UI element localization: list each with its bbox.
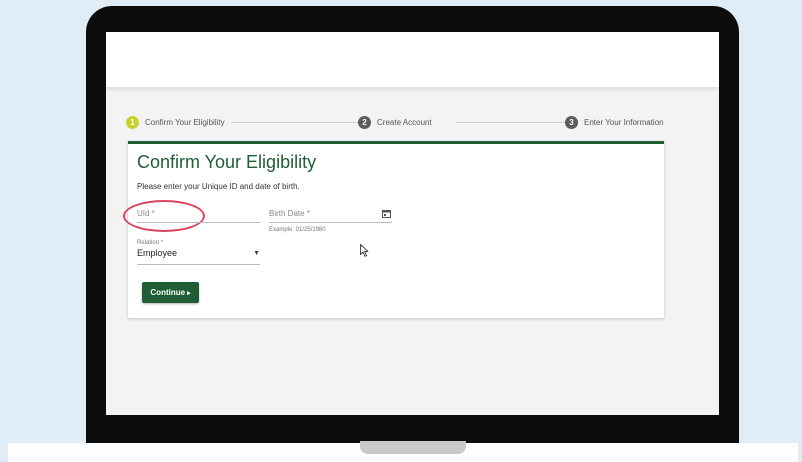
relation-underline (137, 264, 260, 265)
form-instructions: Please enter your Unique ID and date of … (137, 182, 300, 191)
step-number-circle: 2 (358, 115, 371, 129)
continue-button[interactable]: Continue ▸ (142, 282, 199, 303)
continue-label: Continue (150, 288, 186, 297)
step-number-circle: 3 (565, 115, 578, 129)
calendar-icon[interactable] (382, 209, 392, 219)
birth-date-placeholder: Birth Date * (269, 209, 310, 218)
step-label: Confirm Your Eligibility (145, 117, 225, 127)
uid-placeholder: UId * (137, 209, 155, 218)
mouse-cursor-icon (360, 244, 369, 257)
step-confirm-eligibility: 1 Confirm Your Eligibility (126, 114, 225, 130)
step-connector (231, 122, 361, 123)
step-label: Create Account (377, 117, 432, 127)
step-number-circle: 1 (126, 115, 139, 129)
page-title: Confirm Your Eligibility (137, 152, 317, 172)
step-create-account: 2 Create Account (358, 114, 432, 130)
laptop-screen: 1 Confirm Your Eligibility 2 Create Acco… (106, 32, 719, 415)
arrow-right-icon: ▸ (187, 289, 191, 297)
birth-date-hint: Example: 01/25/1980 (269, 227, 326, 233)
birth-date-input[interactable]: Birth Date * (269, 209, 392, 223)
uid-input[interactable]: UId * (123, 200, 260, 232)
progress-stepper: 1 Confirm Your Eligibility 2 Create Acco… (126, 114, 666, 130)
relation-label: Relation * (137, 240, 164, 246)
step-connector (456, 122, 576, 123)
app-header (106, 32, 719, 88)
laptop-notch (360, 441, 466, 454)
relation-select[interactable]: Relation * Employee ▼ (137, 240, 260, 265)
step-label: Enter Your Information (584, 117, 664, 127)
birth-date-underline (269, 222, 392, 223)
step-enter-information: 3 Enter Your Information (565, 114, 664, 130)
eligibility-card: Confirm Your Eligibility Please enter yo… (123, 141, 664, 318)
relation-value: Employee (137, 248, 178, 258)
caret-down-icon: ▼ (253, 250, 260, 257)
highlight-circle (123, 200, 205, 232)
uid-underline (137, 222, 260, 223)
